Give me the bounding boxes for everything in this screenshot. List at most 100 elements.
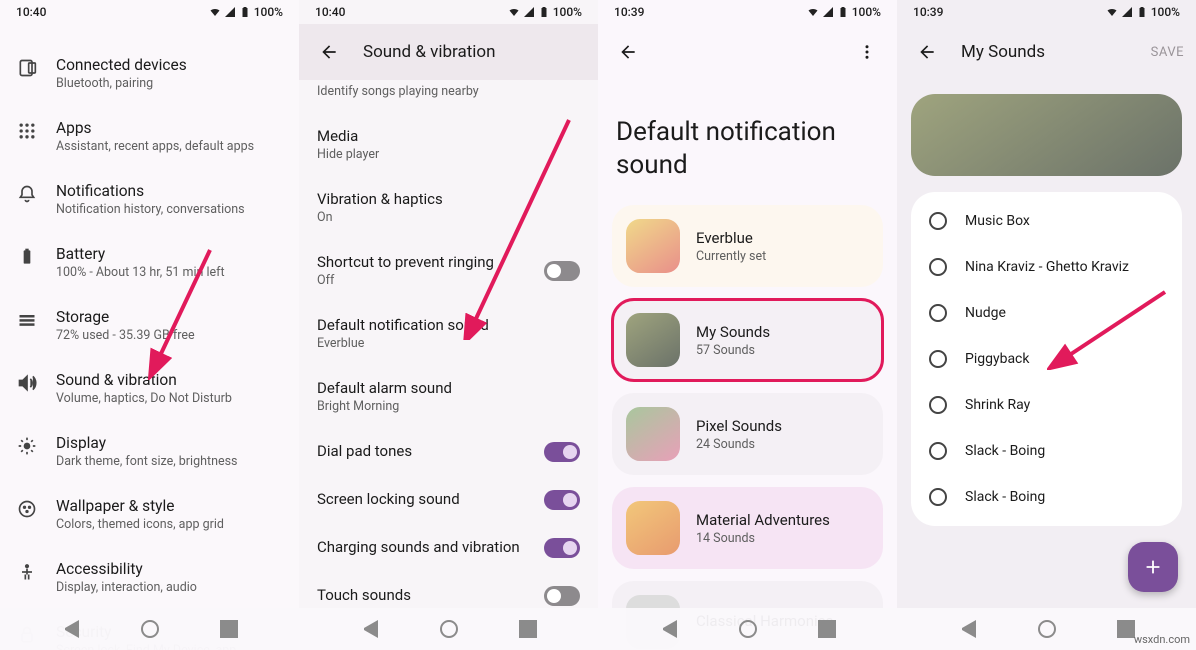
arrow-back-icon [618,42,638,62]
sound-category-everblue[interactable]: Everblue Currently set [612,205,883,287]
radio-icon [929,304,947,322]
volume-icon [16,371,38,393]
battery-icon [837,6,849,18]
battery-icon [538,6,550,18]
sound-setting-row[interactable]: Shortcut to prevent ringingOff [299,239,598,302]
settings-row-display[interactable]: Display Dark theme, font size, brightnes… [0,420,299,483]
status-bar: 10:40 100% [0,0,299,24]
save-button[interactable]: SAVE [1151,45,1184,60]
sound-setting-row[interactable]: MediaHide player [299,113,598,176]
sound-option[interactable]: Music Box [911,198,1182,244]
sound-setting-row[interactable]: Charging sounds and vibration [299,524,598,572]
setting-subtitle: Everblue [317,336,580,351]
setting-title: Media [317,127,580,145]
settings-row-title: Accessibility [56,560,197,578]
nav-recent-icon[interactable] [220,620,238,638]
more-button[interactable] [849,34,885,70]
bell-icon [16,182,38,204]
sound-option[interactable]: Shrink Ray [911,382,1182,428]
category-subtitle: 14 Sounds [696,531,830,546]
toggle-switch[interactable] [544,586,580,606]
now-playing-row[interactable]: Identify songs playing nearby [299,80,598,113]
sound-label: Piggyback [965,351,1029,367]
sound-setting-row[interactable]: Screen locking sound [299,476,598,524]
nav-home-icon[interactable] [1038,620,1056,638]
settings-row-connected-devices[interactable]: Connected devices Bluetooth, pairing [0,42,299,105]
nav-back-icon[interactable] [659,620,677,638]
accessibility-icon [16,560,38,582]
status-bar: 10:39 100% [598,0,897,24]
settings-row-accessibility[interactable]: Accessibility Display, interaction, audi… [0,546,299,609]
settings-row-battery[interactable]: Battery 100% - About 13 hr, 51 min left [0,231,299,294]
toggle-switch[interactable] [544,261,580,281]
settings-row-subtitle: Bluetooth, pairing [56,76,187,91]
settings-row-notifications[interactable]: Notifications Notification history, conv… [0,168,299,231]
nav-home-icon[interactable] [141,620,159,638]
nav-home-icon[interactable] [440,620,458,638]
setting-title: Touch sounds [317,586,544,604]
sound-option[interactable]: Nina Kraviz - Ghetto Kraviz [911,244,1182,290]
nav-recent-icon[interactable] [519,620,537,638]
sound-setting-row[interactable]: Vibration & hapticsOn [299,176,598,239]
nav-back-icon[interactable] [61,620,79,638]
nav-bar [598,608,897,650]
settings-row-title: Connected devices [56,56,187,74]
nav-recent-icon[interactable] [1117,620,1135,638]
back-button[interactable] [909,34,945,70]
wifi-icon [209,6,221,18]
sound-label: Music Box [965,213,1030,229]
back-button[interactable] [610,34,646,70]
sound-setting-row[interactable]: Dial pad tones [299,428,598,476]
sound-setting-row[interactable]: Default notification soundEverblue [299,302,598,365]
wifi-icon [807,6,819,18]
setting-title: Vibration & haptics [317,190,580,208]
status-time: 10:39 [913,5,943,19]
settings-row-subtitle: Colors, themed icons, app grid [56,517,224,532]
settings-row-subtitle: 100% - About 13 hr, 51 min left [56,265,225,280]
sound-option[interactable]: Slack - Boing [911,428,1182,474]
settings-row-subtitle: Notification history, conversations [56,202,245,217]
category-subtitle: 24 Sounds [696,437,782,452]
category-swatch [626,501,680,555]
sound-category-my-sounds[interactable]: My Sounds 57 Sounds [612,299,883,381]
sound-setting-row[interactable]: Default alarm soundBright Morning [299,365,598,428]
sound-option[interactable]: Slack - Boing [911,474,1182,520]
toggle-switch[interactable] [544,538,580,558]
setting-subtitle: Off [317,273,544,288]
sound-option[interactable]: Nudge [911,290,1182,336]
back-button[interactable] [311,34,347,70]
page-heading: Default notification sound [598,80,897,205]
sound-list-card: Music Box Nina Kraviz - Ghetto Kraviz Nu… [911,192,1182,526]
settings-row-title: Wallpaper & style [56,497,224,515]
nav-back-icon[interactable] [360,620,378,638]
radio-icon [929,442,947,460]
add-sound-fab[interactable] [1128,542,1178,592]
nav-home-icon[interactable] [739,620,757,638]
toolbar-title: My Sounds [961,42,1045,62]
my-sounds-panel: 10:39 100% My Sounds SAVE Music Box Nina… [897,0,1196,650]
category-swatch [626,313,680,367]
settings-row-sound-vibration[interactable]: Sound & vibration Volume, haptics, Do No… [0,357,299,420]
settings-row-wallpaper-style[interactable]: Wallpaper & style Colors, themed icons, … [0,483,299,546]
settings-row-apps[interactable]: Apps Assistant, recent apps, default app… [0,105,299,168]
status-indicators: 100% [209,5,283,19]
signal-icon [1121,6,1133,18]
setting-title: Screen locking sound [317,490,544,508]
sound-category-material-adventures[interactable]: Material Adventures 14 Sounds [612,487,883,569]
sound-label: Nudge [965,305,1006,321]
settings-row-subtitle: Display, interaction, audio [56,580,197,595]
toggle-switch[interactable] [544,442,580,462]
radio-icon [929,350,947,368]
watermark: wsxdn.com [1134,633,1190,646]
settings-row-storage[interactable]: Storage 72% used - 35.39 GB free [0,294,299,357]
settings-row-title: Apps [56,119,254,137]
sound-category-pixel-sounds[interactable]: Pixel Sounds 24 Sounds [612,393,883,475]
sound-label: Shrink Ray [965,397,1030,413]
settings-main-panel: 10:40 100% Connected devices Bluetooth, … [0,0,299,650]
nav-back-icon[interactable] [958,620,976,638]
sound-option[interactable]: Piggyback [911,336,1182,382]
toggle-switch[interactable] [544,490,580,510]
status-indicators: 100% [1106,5,1180,19]
nav-recent-icon[interactable] [818,620,836,638]
toolbar: Sound & vibration [299,24,598,80]
